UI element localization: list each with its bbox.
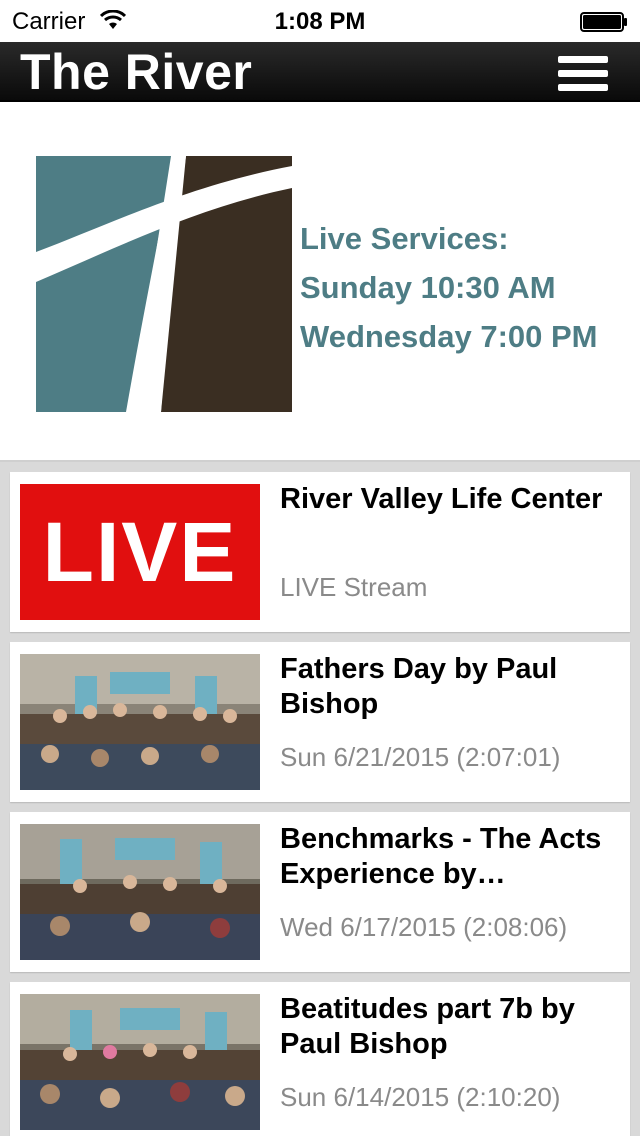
- app-title: The River: [20, 44, 253, 100]
- live-badge-text: LIVE: [42, 504, 238, 599]
- church-service-thumbnail: [20, 654, 260, 790]
- church-service-thumbnail: [20, 824, 260, 960]
- list-item-live[interactable]: LIVE River Valley Life Center LIVE Strea…: [10, 472, 630, 632]
- status-bar: Carrier 1:08 PM: [0, 0, 640, 42]
- header-banner: Live Services: Sunday 10:30 AM Wednesday…: [0, 104, 640, 460]
- list-item[interactable]: Fathers Day by Paul Bishop Sun 6/21/2015…: [10, 642, 630, 802]
- live-badge-thumbnail: LIVE: [20, 484, 260, 620]
- list-item-subtitle: LIVE Stream: [280, 572, 428, 602]
- navigation-bar: The River: [0, 42, 640, 102]
- list-item-title: River Valley Life Center: [280, 483, 603, 515]
- list-item-title: Beatitudes part 7b by Paul Bishop: [280, 993, 575, 1060]
- sermon-list: LIVE River Valley Life Center LIVE Strea…: [0, 460, 640, 1136]
- list-item[interactable]: Benchmarks - The Acts Experience by… Wed…: [10, 812, 630, 972]
- hamburger-menu-icon[interactable]: [558, 56, 608, 92]
- church-service-thumbnail: [20, 994, 260, 1130]
- status-time: 1:08 PM: [274, 8, 366, 35]
- list-item-title: Fathers Day by Paul Bishop: [280, 653, 558, 720]
- battery-icon: [580, 12, 627, 32]
- river-cross-logo: [36, 156, 292, 412]
- list-item[interactable]: Beatitudes part 7b by Paul Bishop Sun 6/…: [10, 982, 630, 1136]
- list-item-title: Benchmarks - The Acts Experience by…: [280, 823, 602, 890]
- service-line-sunday: Sunday 10:30 AM: [300, 270, 556, 305]
- service-line-wednesday: Wednesday 7:00 PM: [300, 319, 598, 354]
- service-times: Live Services: Sunday 10:30 AM Wednesday…: [300, 214, 597, 361]
- list-item-subtitle: Sun 6/21/2015 (2:07:01): [280, 742, 561, 772]
- service-line-heading: Live Services:: [300, 221, 509, 256]
- list-item-subtitle: Sun 6/14/2015 (2:10:20): [280, 1082, 561, 1112]
- list-item-subtitle: Wed 6/17/2015 (2:08:06): [280, 912, 568, 942]
